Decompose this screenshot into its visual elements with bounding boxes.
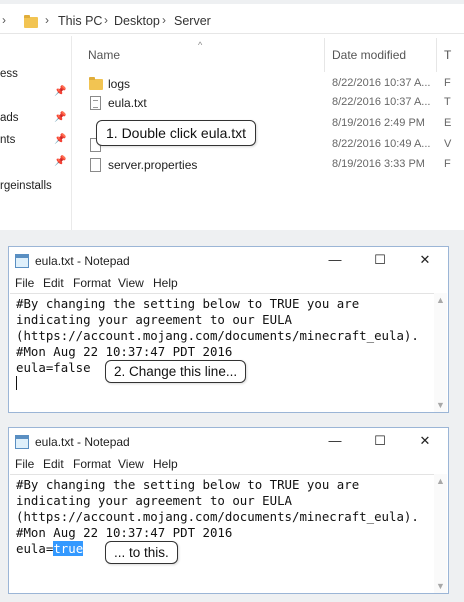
address-bar[interactable]: › › This PC › Desktop › Server [0, 10, 464, 34]
sort-ascending-icon: ^ [198, 40, 203, 50]
text-line: #Mon Aug 22 10:37:47 PDT 2016 [16, 525, 233, 540]
breadcrumb-this-pc[interactable]: This PC [58, 14, 102, 28]
column-header-date[interactable]: Date modified [332, 48, 406, 62]
column-divider[interactable] [324, 38, 325, 72]
breadcrumb-separator-icon: › [162, 13, 166, 27]
nav-item-forgeinstalls[interactable]: rgeinstalls [0, 180, 52, 192]
pin-icon[interactable]: 📌 [54, 156, 66, 167]
menu-format[interactable]: Format [73, 457, 111, 471]
file-name: logs [108, 77, 131, 91]
breadcrumb-separator-icon: › [45, 13, 49, 27]
menu-edit[interactable]: Edit [43, 276, 64, 290]
menu-help[interactable]: Help [153, 457, 178, 471]
text-line-eula: eula=false [16, 360, 91, 375]
text-editor[interactable]: #By changing the setting below to TRUE y… [10, 474, 436, 593]
text-line: (https://account.mojang.com/documents/mi… [16, 328, 419, 343]
scroll-down-icon[interactable]: ▼ [434, 400, 447, 410]
file-date: 8/19/2016 3:33 PM [332, 158, 425, 170]
scroll-up-icon[interactable]: ▲ [434, 476, 447, 486]
file-name: server.properties [108, 158, 198, 172]
file-type: F [444, 77, 451, 89]
column-divider[interactable] [436, 38, 437, 72]
file-row-eula[interactable]: eula.txt 8/22/2016 10:37 A... T [88, 93, 464, 113]
menu-file[interactable]: File [15, 276, 34, 290]
text-line: (https://account.mojang.com/documents/mi… [16, 509, 419, 524]
minimize-button[interactable]: — [320, 250, 350, 270]
window-title: eula.txt - Notepad [35, 254, 130, 268]
menu-format[interactable]: Format [73, 276, 111, 290]
minimize-button[interactable]: — [320, 431, 350, 451]
file-date: 8/22/2016 10:37 A... [332, 77, 431, 89]
pin-icon[interactable]: 📌 [54, 86, 66, 97]
title-bar[interactable]: eula.txt - Notepad — ☐ ✕ [9, 247, 448, 274]
text-line: #By changing the setting below to TRUE y… [16, 296, 360, 311]
file-type: E [444, 117, 452, 129]
column-header-type[interactable]: T [444, 48, 451, 62]
file-date: 8/22/2016 10:49 A... [332, 138, 431, 150]
close-button[interactable]: ✕ [410, 250, 440, 270]
nav-item-quick-access[interactable]: ess [0, 68, 18, 80]
file-type: T [444, 96, 451, 108]
eula-key: eula= [16, 541, 54, 556]
notepad-icon [15, 435, 29, 449]
nav-item-documents[interactable]: nts [0, 134, 15, 146]
text-line: #Mon Aug 22 10:37:47 PDT 2016 [16, 344, 233, 359]
instruction-callout-3: ... to this. [105, 541, 178, 564]
pin-icon[interactable]: 📌 [54, 134, 66, 145]
selected-text: true [53, 541, 84, 556]
file-row-logs[interactable]: logs 8/22/2016 10:37 A... F [88, 74, 464, 94]
column-header-name[interactable]: Name [88, 48, 120, 62]
maximize-button[interactable]: ☐ [365, 250, 395, 270]
text-line: indicating your agreement to our EULA [16, 493, 293, 508]
menu-edit[interactable]: Edit [43, 457, 64, 471]
menu-bar: File Edit Format View Help [9, 274, 448, 292]
notepad-icon [15, 254, 29, 268]
scroll-down-icon[interactable]: ▼ [434, 581, 447, 591]
text-editor[interactable]: #By changing the setting below to TRUE y… [10, 293, 436, 412]
menu-bar: File Edit Format View Help [9, 455, 448, 473]
maximize-button[interactable]: ☐ [365, 431, 395, 451]
text-line: #By changing the setting below to TRUE y… [16, 477, 360, 492]
file-row-server-properties[interactable]: server.properties 8/19/2016 3:33 PM F [88, 155, 464, 175]
folder-icon [89, 77, 103, 90]
nav-item-downloads[interactable]: ads [0, 112, 19, 124]
file-type: V [444, 138, 452, 150]
vertical-scrollbar[interactable]: ▲ ▼ [434, 474, 447, 593]
file-name: eula.txt [108, 96, 147, 110]
close-button[interactable]: ✕ [410, 431, 440, 451]
file-icon [90, 158, 101, 172]
menu-help[interactable]: Help [153, 276, 178, 290]
text-caret [16, 376, 17, 390]
title-bar[interactable]: eula.txt - Notepad — ☐ ✕ [9, 428, 448, 455]
window-title: eula.txt - Notepad [35, 435, 130, 449]
text-line: indicating your agreement to our EULA [16, 312, 293, 327]
text-file-icon [90, 96, 101, 110]
back-chevron-icon[interactable]: › [2, 13, 6, 27]
scroll-up-icon[interactable]: ▲ [434, 295, 447, 305]
vertical-scrollbar[interactable]: ▲ ▼ [434, 293, 447, 412]
breadcrumb-desktop[interactable]: Desktop [114, 14, 160, 28]
file-explorer-window: › › This PC › Desktop › Server ess 📌 ads… [0, 4, 464, 230]
menu-file[interactable]: File [15, 457, 34, 471]
navigation-pane: ess 📌 ads 📌 nts 📌 📌 rgeinstalls [0, 36, 72, 230]
instruction-callout-1: 1. Double click eula.txt [96, 120, 257, 146]
menu-view[interactable]: View [118, 457, 144, 471]
text-line-eula: eula=true [16, 541, 84, 557]
notepad-window-after: eula.txt - Notepad — ☐ ✕ File Edit Forma… [8, 427, 449, 594]
file-type: F [444, 158, 451, 170]
breadcrumb-separator-icon: › [104, 13, 108, 27]
breadcrumb-server[interactable]: Server [174, 14, 211, 28]
instruction-callout-2: 2. Change this line... [105, 360, 247, 383]
menu-view[interactable]: View [118, 276, 144, 290]
pin-icon[interactable]: 📌 [54, 112, 66, 123]
notepad-window-before: eula.txt - Notepad — ☐ ✕ File Edit Forma… [8, 246, 449, 413]
folder-icon [24, 15, 38, 28]
file-date: 8/22/2016 10:37 A... [332, 96, 431, 108]
file-date: 8/19/2016 2:49 PM [332, 117, 425, 129]
